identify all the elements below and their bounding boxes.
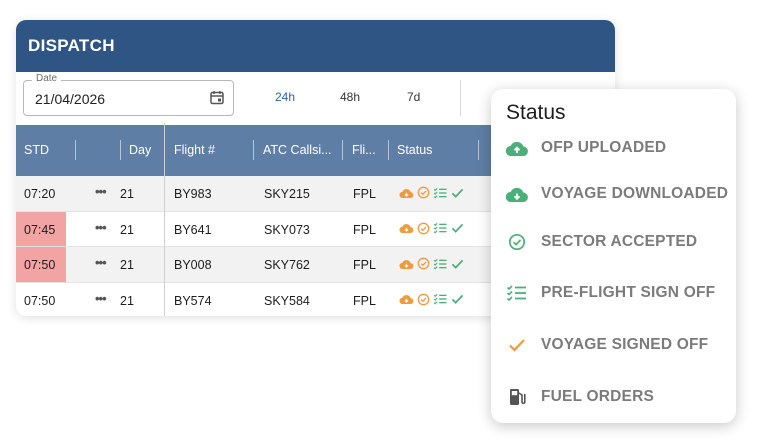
legend-item-voyage-downloaded: VOYAGE DOWNLOADED xyxy=(505,185,728,203)
status-icons xyxy=(399,257,464,273)
legend-label: VOYAGE SIGNED OFF xyxy=(541,336,709,353)
day-cell: 21 xyxy=(120,187,134,201)
more-actions-button[interactable]: ••• xyxy=(95,291,107,306)
checklist-icon xyxy=(433,222,448,237)
callsign-cell: SKY762 xyxy=(264,258,310,272)
dispatch-header: DISPATCH xyxy=(16,20,615,72)
check-circle-icon xyxy=(417,257,430,273)
date-field-value[interactable]: 21/04/2026 xyxy=(35,91,105,107)
column-separator xyxy=(253,140,254,160)
legend-label: OFP UPLOADED xyxy=(541,139,667,156)
column-separator xyxy=(388,140,389,160)
day-cell: 21 xyxy=(120,293,134,308)
date-field[interactable]: Date 21/04/2026 xyxy=(23,73,234,116)
callsign-cell: SKY073 xyxy=(264,222,310,237)
legend-label: VOYAGE DOWNLOADED xyxy=(541,185,729,202)
legend-label: SECTOR ACCEPTED xyxy=(541,233,698,250)
flight-cell: BY641 xyxy=(174,222,212,237)
column-header-flight[interactable]: Flight # xyxy=(174,143,215,157)
column-header-flight-plan[interactable]: Fli... xyxy=(352,143,376,157)
column-divider xyxy=(164,123,165,316)
flight-cell: BY574 xyxy=(174,293,212,308)
cloud-download-icon xyxy=(505,185,529,203)
flight-plan-cell: FPL xyxy=(353,293,376,308)
checklist-icon xyxy=(433,258,448,273)
legend-item-pre-flight-sign-off: PRE-FLIGHT SIGN OFF xyxy=(505,284,715,302)
column-header-status[interactable]: Status xyxy=(397,143,432,157)
column-separator xyxy=(342,140,343,160)
checkmark-icon xyxy=(451,222,464,237)
cloud-download-icon xyxy=(399,293,414,308)
legend-item-sector-accepted: SECTOR ACCEPTED xyxy=(505,233,697,251)
day-cell: 21 xyxy=(120,258,134,272)
range-24h-button[interactable]: 24h xyxy=(275,90,295,104)
checkmark-icon xyxy=(451,187,464,202)
flight-cell: BY008 xyxy=(174,258,212,272)
column-header-day[interactable]: Day xyxy=(129,143,151,157)
range-7d-button[interactable]: 7d xyxy=(407,90,420,104)
status-legend-title: Status xyxy=(506,101,566,124)
check-circle-icon xyxy=(505,233,529,251)
flight-plan-cell: FPL xyxy=(353,258,376,272)
flight-plan-cell: FPL xyxy=(353,187,376,201)
toolbar-divider xyxy=(460,80,461,116)
checklist-icon xyxy=(433,293,448,308)
column-separator xyxy=(478,140,479,160)
column-header-callsign[interactable]: ATC Callsi... xyxy=(263,143,332,157)
check-circle-icon xyxy=(417,186,430,202)
column-separator xyxy=(120,140,121,160)
legend-item-ofp-uploaded: OFP UPLOADED xyxy=(505,139,666,157)
column-separator xyxy=(75,140,76,160)
status-icons xyxy=(399,222,464,238)
check-circle-icon xyxy=(417,293,430,309)
more-actions-button[interactable]: ••• xyxy=(95,220,107,235)
status-legend-popup: Status OFP UPLOADED VOYAGE DOWNLOADED SE… xyxy=(491,89,736,423)
legend-label: PRE-FLIGHT SIGN OFF xyxy=(541,284,716,301)
day-cell: 21 xyxy=(120,222,134,237)
checkmark-icon xyxy=(505,337,529,353)
status-icons xyxy=(399,293,464,309)
more-actions-button[interactable]: ••• xyxy=(95,184,107,199)
checklist-icon xyxy=(505,284,529,302)
cloud-download-icon xyxy=(399,187,414,202)
callsign-cell: SKY215 xyxy=(264,187,310,201)
legend-item-voyage-signed-off: VOYAGE SIGNED OFF xyxy=(505,336,708,354)
cloud-download-icon xyxy=(399,222,414,237)
cloud-upload-icon xyxy=(505,139,529,157)
calendar-icon[interactable] xyxy=(210,90,224,110)
flight-plan-cell: FPL xyxy=(353,222,376,237)
check-circle-icon xyxy=(417,222,430,238)
date-field-label: Date xyxy=(32,73,62,84)
range-48h-button[interactable]: 48h xyxy=(340,90,360,104)
std-cell: 07:45 xyxy=(16,211,66,246)
checklist-icon xyxy=(433,187,448,202)
legend-label: FUEL ORDERS xyxy=(541,388,655,405)
std-cell: 07:50 xyxy=(24,293,56,308)
more-actions-button[interactable]: ••• xyxy=(95,255,107,270)
std-cell: 07:50 xyxy=(16,247,66,282)
checkmark-icon xyxy=(451,293,464,308)
status-icons xyxy=(399,186,464,202)
legend-item-fuel-orders: FUEL ORDERS xyxy=(505,387,654,407)
flight-cell: BY983 xyxy=(174,187,212,201)
callsign-cell: SKY584 xyxy=(264,293,310,308)
page-title: DISPATCH xyxy=(28,36,115,55)
checkmark-icon xyxy=(451,258,464,273)
column-header-std[interactable]: STD xyxy=(24,143,49,157)
fuel-pump-icon xyxy=(505,387,529,407)
cloud-download-icon xyxy=(399,258,414,273)
std-cell: 07:20 xyxy=(24,187,56,201)
